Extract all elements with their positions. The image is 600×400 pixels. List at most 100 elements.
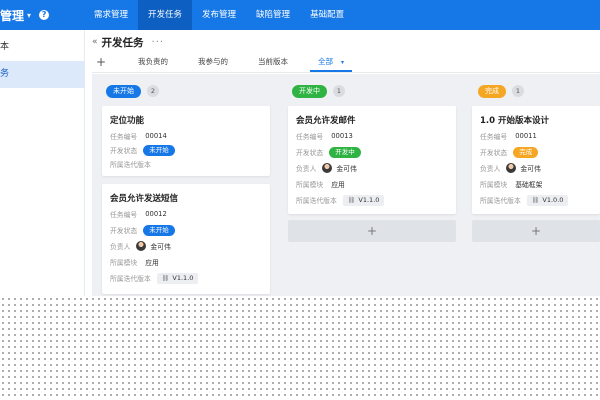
task-card[interactable]: 会员允许发送短信 任务编号 00012 开发状态 未开始 负责人 金可伟 所属模…	[102, 184, 270, 294]
status-badge: 开发中	[329, 146, 361, 158]
column-count: 2	[147, 85, 159, 97]
collapse-icon[interactable]: «	[92, 37, 98, 47]
add-icon[interactable]: +	[96, 55, 116, 69]
dotted-overlay	[0, 296, 600, 400]
field-label: 所属迭代版本	[296, 197, 337, 205]
field-label: 任务编号	[110, 133, 138, 141]
field-label: 所属模块	[480, 181, 508, 189]
field-label: 所属迭代版本	[110, 161, 151, 169]
field-label: 所属迭代版本	[110, 275, 151, 283]
top-nav-bar: 管理 ▾ ? 需求管理 开发任务 发布管理 缺陷管理 基础配置	[0, 0, 600, 30]
help-icon[interactable]: ?	[39, 10, 50, 20]
owner-name: 金可伟	[520, 165, 541, 173]
version-tag: ⛓ V1.1.0	[156, 272, 199, 284]
owner-name: 金可伟	[150, 243, 171, 251]
card-version-row: 所属迭代版本	[110, 158, 151, 170]
avatar	[506, 163, 517, 173]
task-id: 00013	[331, 132, 353, 140]
card-title: 会员允许发送短信	[110, 194, 179, 204]
add-card-button[interactable]: +	[288, 220, 456, 242]
sidebar-item-1[interactable]: 本	[0, 34, 84, 61]
card-title: 1.0 开始版本设计	[480, 116, 550, 126]
column-count: 1	[512, 85, 524, 97]
tab-involved[interactable]: 我参与的	[190, 52, 236, 72]
tab-mine[interactable]: 我负责的	[130, 52, 176, 72]
card-status-row: 开发状态 未开始	[110, 144, 175, 156]
avatar	[136, 241, 147, 251]
column-header: 完成 1	[478, 84, 524, 98]
owner-name: 金可伟	[336, 165, 357, 173]
task-id: 00012	[145, 210, 167, 218]
link-icon: ⛓	[531, 196, 540, 204]
status-badge: 未开始	[143, 224, 175, 236]
field-label: 任务编号	[480, 133, 508, 141]
tab-current-version[interactable]: 当前版本	[250, 52, 296, 72]
field-label: 开发状态	[110, 147, 138, 155]
field-label: 所属迭代版本	[480, 197, 521, 205]
task-card[interactable]: 会员允许发邮件 任务编号 00013 开发状态 开发中 负责人 金可伟 所属模块…	[288, 106, 456, 214]
card-module-row: 所属模块 应用	[110, 256, 159, 268]
nav-item-release[interactable]: 发布管理	[192, 0, 246, 30]
avatar	[322, 163, 333, 173]
field-label: 负责人	[296, 165, 317, 173]
status-badge: 开发中	[292, 84, 327, 98]
card-status-row: 开发状态 未开始	[110, 224, 175, 236]
app-brand[interactable]: 管理 ▾ ?	[0, 0, 50, 30]
kanban-board: 未开始 2 定位功能 任务编号 00014 开发状态 未开始 所属迭代版本 会员…	[92, 74, 600, 296]
card-title: 定位功能	[110, 116, 145, 126]
task-id: 00011	[515, 132, 537, 140]
nav-item-config[interactable]: 基础配置	[300, 0, 354, 30]
column-header: 未开始 2	[106, 84, 159, 98]
tabs-divider	[92, 72, 600, 73]
module-name: 应用	[145, 259, 159, 267]
field-label: 开发状态	[296, 149, 324, 157]
card-version-row: 所属迭代版本 ⛓ V1.0.0	[480, 194, 569, 206]
field-label: 负责人	[480, 165, 501, 173]
task-card[interactable]: 定位功能 任务编号 00014 开发状态 未开始 所属迭代版本	[102, 106, 270, 176]
tab-all-label: 全部	[318, 57, 333, 66]
task-id: 00014	[145, 132, 167, 140]
chevron-down-icon[interactable]: ▾	[27, 11, 31, 20]
nav-item-requirements[interactable]: 需求管理	[84, 0, 138, 30]
card-version-row: 所属迭代版本 ⛓ V1.1.0	[296, 194, 385, 206]
field-label: 开发状态	[480, 149, 508, 157]
card-status-row: 开发状态 完成	[480, 146, 539, 158]
add-card-button[interactable]: +	[472, 220, 600, 242]
main-nav: 需求管理 开发任务 发布管理 缺陷管理 基础配置	[84, 0, 354, 30]
nav-item-defects[interactable]: 缺陷管理	[246, 0, 300, 30]
module-name: 基础框架	[515, 181, 543, 189]
link-icon: ⛓	[161, 274, 170, 282]
status-badge: 未开始	[143, 144, 175, 156]
card-id-row: 任务编号 00014	[110, 130, 167, 142]
card-status-row: 开发状态 开发中	[296, 146, 361, 158]
field-label: 所属模块	[110, 259, 138, 267]
plus-icon: +	[530, 224, 542, 238]
status-badge: 完成	[478, 84, 506, 98]
chevron-down-icon: ▾	[341, 59, 345, 66]
link-icon: ⛓	[347, 196, 356, 204]
card-owner-row: 负责人 金可伟	[110, 240, 171, 252]
page-title: 开发任务	[101, 36, 144, 49]
sidebar-item-tasks[interactable]: 务	[0, 61, 84, 88]
more-icon[interactable]: ···	[152, 37, 165, 48]
card-version-row: 所属迭代版本 ⛓ V1.1.0	[110, 272, 199, 284]
card-owner-row: 负责人 金可伟	[480, 162, 541, 174]
version-value: V1.1.0	[358, 195, 380, 204]
version-value: V1.1.0	[172, 273, 194, 282]
field-label: 任务编号	[296, 133, 324, 141]
column-count: 1	[333, 85, 345, 97]
page-header: « 开发任务 ···	[92, 34, 164, 50]
card-title: 会员允许发邮件	[296, 116, 356, 126]
status-badge: 完成	[513, 146, 539, 158]
card-module-row: 所属模块 基础框架	[480, 178, 542, 190]
card-id-row: 任务编号 00011	[480, 130, 537, 142]
module-name: 应用	[331, 181, 345, 189]
column-header: 开发中 1	[292, 84, 345, 98]
version-value: V1.0.0	[542, 195, 564, 204]
tab-all[interactable]: 全部 ▾	[310, 52, 353, 72]
task-card[interactable]: 1.0 开始版本设计 任务编号 00011 开发状态 完成 负责人 金可伟 所属…	[472, 106, 600, 214]
version-tag: ⛓ V1.1.0	[342, 194, 385, 206]
nav-item-dev-tasks[interactable]: 开发任务	[138, 0, 193, 30]
status-badge: 未开始	[106, 84, 141, 98]
card-id-row: 任务编号 00013	[296, 130, 353, 142]
